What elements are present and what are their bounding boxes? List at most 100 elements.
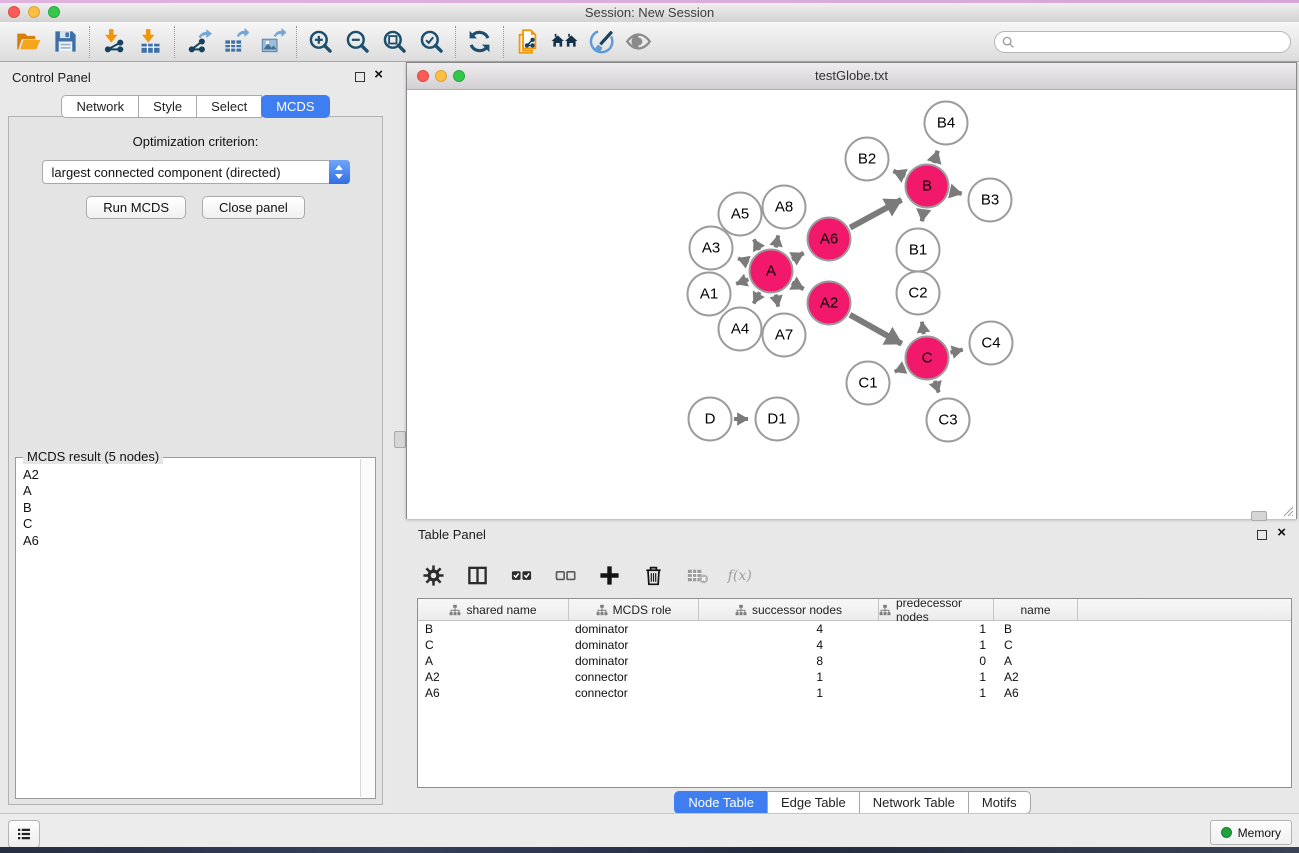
save-session-button[interactable] bbox=[47, 25, 84, 59]
cell-name[interactable]: A6 bbox=[994, 686, 1078, 700]
graph-edge-A-A7[interactable] bbox=[776, 295, 778, 307]
graph-edge-B-B4[interactable] bbox=[934, 151, 938, 163]
tab-network-table[interactable]: Network Table bbox=[859, 791, 969, 814]
tab-node-table[interactable]: Node Table bbox=[674, 791, 768, 814]
import-table-button[interactable] bbox=[132, 25, 169, 59]
run-mcds-button[interactable]: Run MCDS bbox=[86, 196, 186, 219]
table-row[interactable]: A2connector11A2 bbox=[418, 669, 1291, 685]
table-row[interactable]: Bdominator41B bbox=[418, 621, 1291, 637]
column-header-name[interactable]: name bbox=[994, 599, 1078, 620]
graph-node-C[interactable]: C bbox=[905, 336, 950, 381]
export-table-button[interactable] bbox=[217, 25, 254, 59]
mcds-result-item[interactable]: A bbox=[17, 483, 361, 499]
tab-network[interactable]: Network bbox=[61, 95, 139, 118]
graph-node-D1[interactable]: D1 bbox=[755, 397, 800, 442]
graph-edge-A-A5[interactable] bbox=[754, 239, 760, 249]
column-header-mcds-role[interactable]: MCDS role bbox=[569, 599, 699, 620]
graph-edge-B-B1[interactable] bbox=[922, 210, 924, 222]
graph-node-A8[interactable]: A8 bbox=[762, 185, 807, 230]
graph-edge-A-A4[interactable] bbox=[754, 292, 760, 303]
cell-predecessor-nodes[interactable]: 1 bbox=[879, 670, 994, 684]
cell-predecessor-nodes[interactable]: 0 bbox=[879, 654, 994, 668]
home-button[interactable] bbox=[546, 25, 583, 59]
cell-predecessor-nodes[interactable]: 1 bbox=[879, 686, 994, 700]
graph-edge-A-A2[interactable] bbox=[792, 283, 804, 289]
graph-edge-B-B3[interactable] bbox=[950, 191, 961, 194]
graph-node-B3[interactable]: B3 bbox=[968, 178, 1013, 223]
open-file-button[interactable] bbox=[10, 25, 47, 59]
tab-select[interactable]: Select bbox=[196, 95, 262, 118]
cell-name[interactable]: A bbox=[994, 654, 1078, 668]
graph-node-A7[interactable]: A7 bbox=[762, 313, 807, 358]
graph-node-A[interactable]: A bbox=[749, 249, 794, 294]
graph-edge-C-C4[interactable] bbox=[950, 350, 962, 353]
criterion-dropdown[interactable]: largest connected component (directed) bbox=[42, 160, 350, 184]
network-canvas[interactable]: B4B2BB3A8A5A6A3B1AC2A1A2A4A7C4CC1DD1C3 bbox=[407, 90, 1296, 519]
close-panel-icon[interactable]: × bbox=[374, 66, 383, 84]
tab-motifs[interactable]: Motifs bbox=[968, 791, 1031, 814]
zoom-selected-button[interactable] bbox=[413, 25, 450, 59]
table-settings-button[interactable] bbox=[418, 560, 448, 590]
cell-successor-nodes[interactable]: 1 bbox=[699, 670, 879, 684]
graph-node-B2[interactable]: B2 bbox=[845, 137, 890, 182]
table-float-icon[interactable] bbox=[1257, 530, 1267, 540]
resize-grip-icon[interactable] bbox=[1280, 503, 1294, 517]
select-all-button[interactable] bbox=[506, 560, 536, 590]
graph-edge-A-A1[interactable] bbox=[736, 279, 748, 284]
show-hide-button[interactable] bbox=[620, 25, 657, 59]
graph-edge-A-A3[interactable] bbox=[738, 258, 749, 262]
vertical-splitter-handle[interactable] bbox=[394, 431, 406, 448]
result-scrollbar[interactable] bbox=[360, 459, 374, 797]
mcds-result-item[interactable]: B bbox=[17, 500, 361, 516]
column-header-predecessor-nodes[interactable]: predecessor nodes bbox=[879, 599, 994, 620]
graph-node-B1[interactable]: B1 bbox=[896, 228, 941, 273]
graph-edge-A-A6[interactable] bbox=[792, 253, 804, 259]
cell-name[interactable]: C bbox=[994, 638, 1078, 652]
toggle-graphics-details-button[interactable] bbox=[583, 25, 620, 59]
clone-network-button[interactable] bbox=[509, 25, 546, 59]
tab-mcds[interactable]: MCDS bbox=[261, 95, 329, 118]
graph-node-A3[interactable]: A3 bbox=[689, 226, 734, 271]
graph-edge-A-A8[interactable] bbox=[776, 235, 778, 247]
float-panel-icon[interactable] bbox=[355, 72, 365, 82]
zoom-in-button[interactable] bbox=[302, 25, 339, 59]
graph-edge-A2-C[interactable] bbox=[850, 315, 902, 344]
tab-style[interactable]: Style bbox=[138, 95, 197, 118]
table-row[interactable]: Adominator80A bbox=[418, 653, 1291, 669]
cell-shared-name[interactable]: A2 bbox=[418, 670, 569, 684]
graph-node-A4[interactable]: A4 bbox=[718, 307, 763, 352]
cell-mcds-role[interactable]: connector bbox=[569, 670, 699, 684]
memory-button[interactable]: Memory bbox=[1210, 820, 1292, 845]
cell-successor-nodes[interactable]: 8 bbox=[699, 654, 879, 668]
graph-edge-C-C3[interactable] bbox=[935, 381, 939, 393]
add-column-button[interactable] bbox=[594, 560, 624, 590]
cell-shared-name[interactable]: B bbox=[418, 622, 569, 636]
mcds-result-item[interactable]: A2 bbox=[17, 467, 361, 483]
table-row[interactable]: A6connector11A6 bbox=[418, 685, 1291, 701]
search-input[interactable] bbox=[1016, 33, 1290, 51]
cell-shared-name[interactable]: A6 bbox=[418, 686, 569, 700]
close-panel-button[interactable]: Close panel bbox=[202, 196, 305, 219]
cell-shared-name[interactable]: A bbox=[418, 654, 569, 668]
import-network-button[interactable] bbox=[95, 25, 132, 59]
column-visibility-button[interactable] bbox=[462, 560, 492, 590]
graph-node-B4[interactable]: B4 bbox=[924, 101, 969, 146]
graph-node-C1[interactable]: C1 bbox=[846, 361, 891, 406]
show-panels-button[interactable] bbox=[8, 820, 40, 848]
graph-node-B[interactable]: B bbox=[905, 164, 950, 209]
graph-node-C3[interactable]: C3 bbox=[926, 398, 971, 443]
zoom-fit-button[interactable] bbox=[376, 25, 413, 59]
cell-successor-nodes[interactable]: 4 bbox=[699, 638, 879, 652]
cell-shared-name[interactable]: C bbox=[418, 638, 569, 652]
graph-edge-C-C2[interactable] bbox=[922, 322, 924, 335]
mcds-result-item[interactable]: C bbox=[17, 516, 361, 532]
graph-node-C2[interactable]: C2 bbox=[896, 271, 941, 316]
cell-mcds-role[interactable]: dominator bbox=[569, 654, 699, 668]
graph-edge-A6-B[interactable] bbox=[850, 200, 901, 228]
cell-name[interactable]: A2 bbox=[994, 670, 1078, 684]
delete-column-button[interactable] bbox=[638, 560, 668, 590]
tab-edge-table[interactable]: Edge Table bbox=[767, 791, 860, 814]
cell-predecessor-nodes[interactable]: 1 bbox=[879, 638, 994, 652]
table-row[interactable]: Cdominator41C bbox=[418, 637, 1291, 653]
cell-mcds-role[interactable]: dominator bbox=[569, 638, 699, 652]
